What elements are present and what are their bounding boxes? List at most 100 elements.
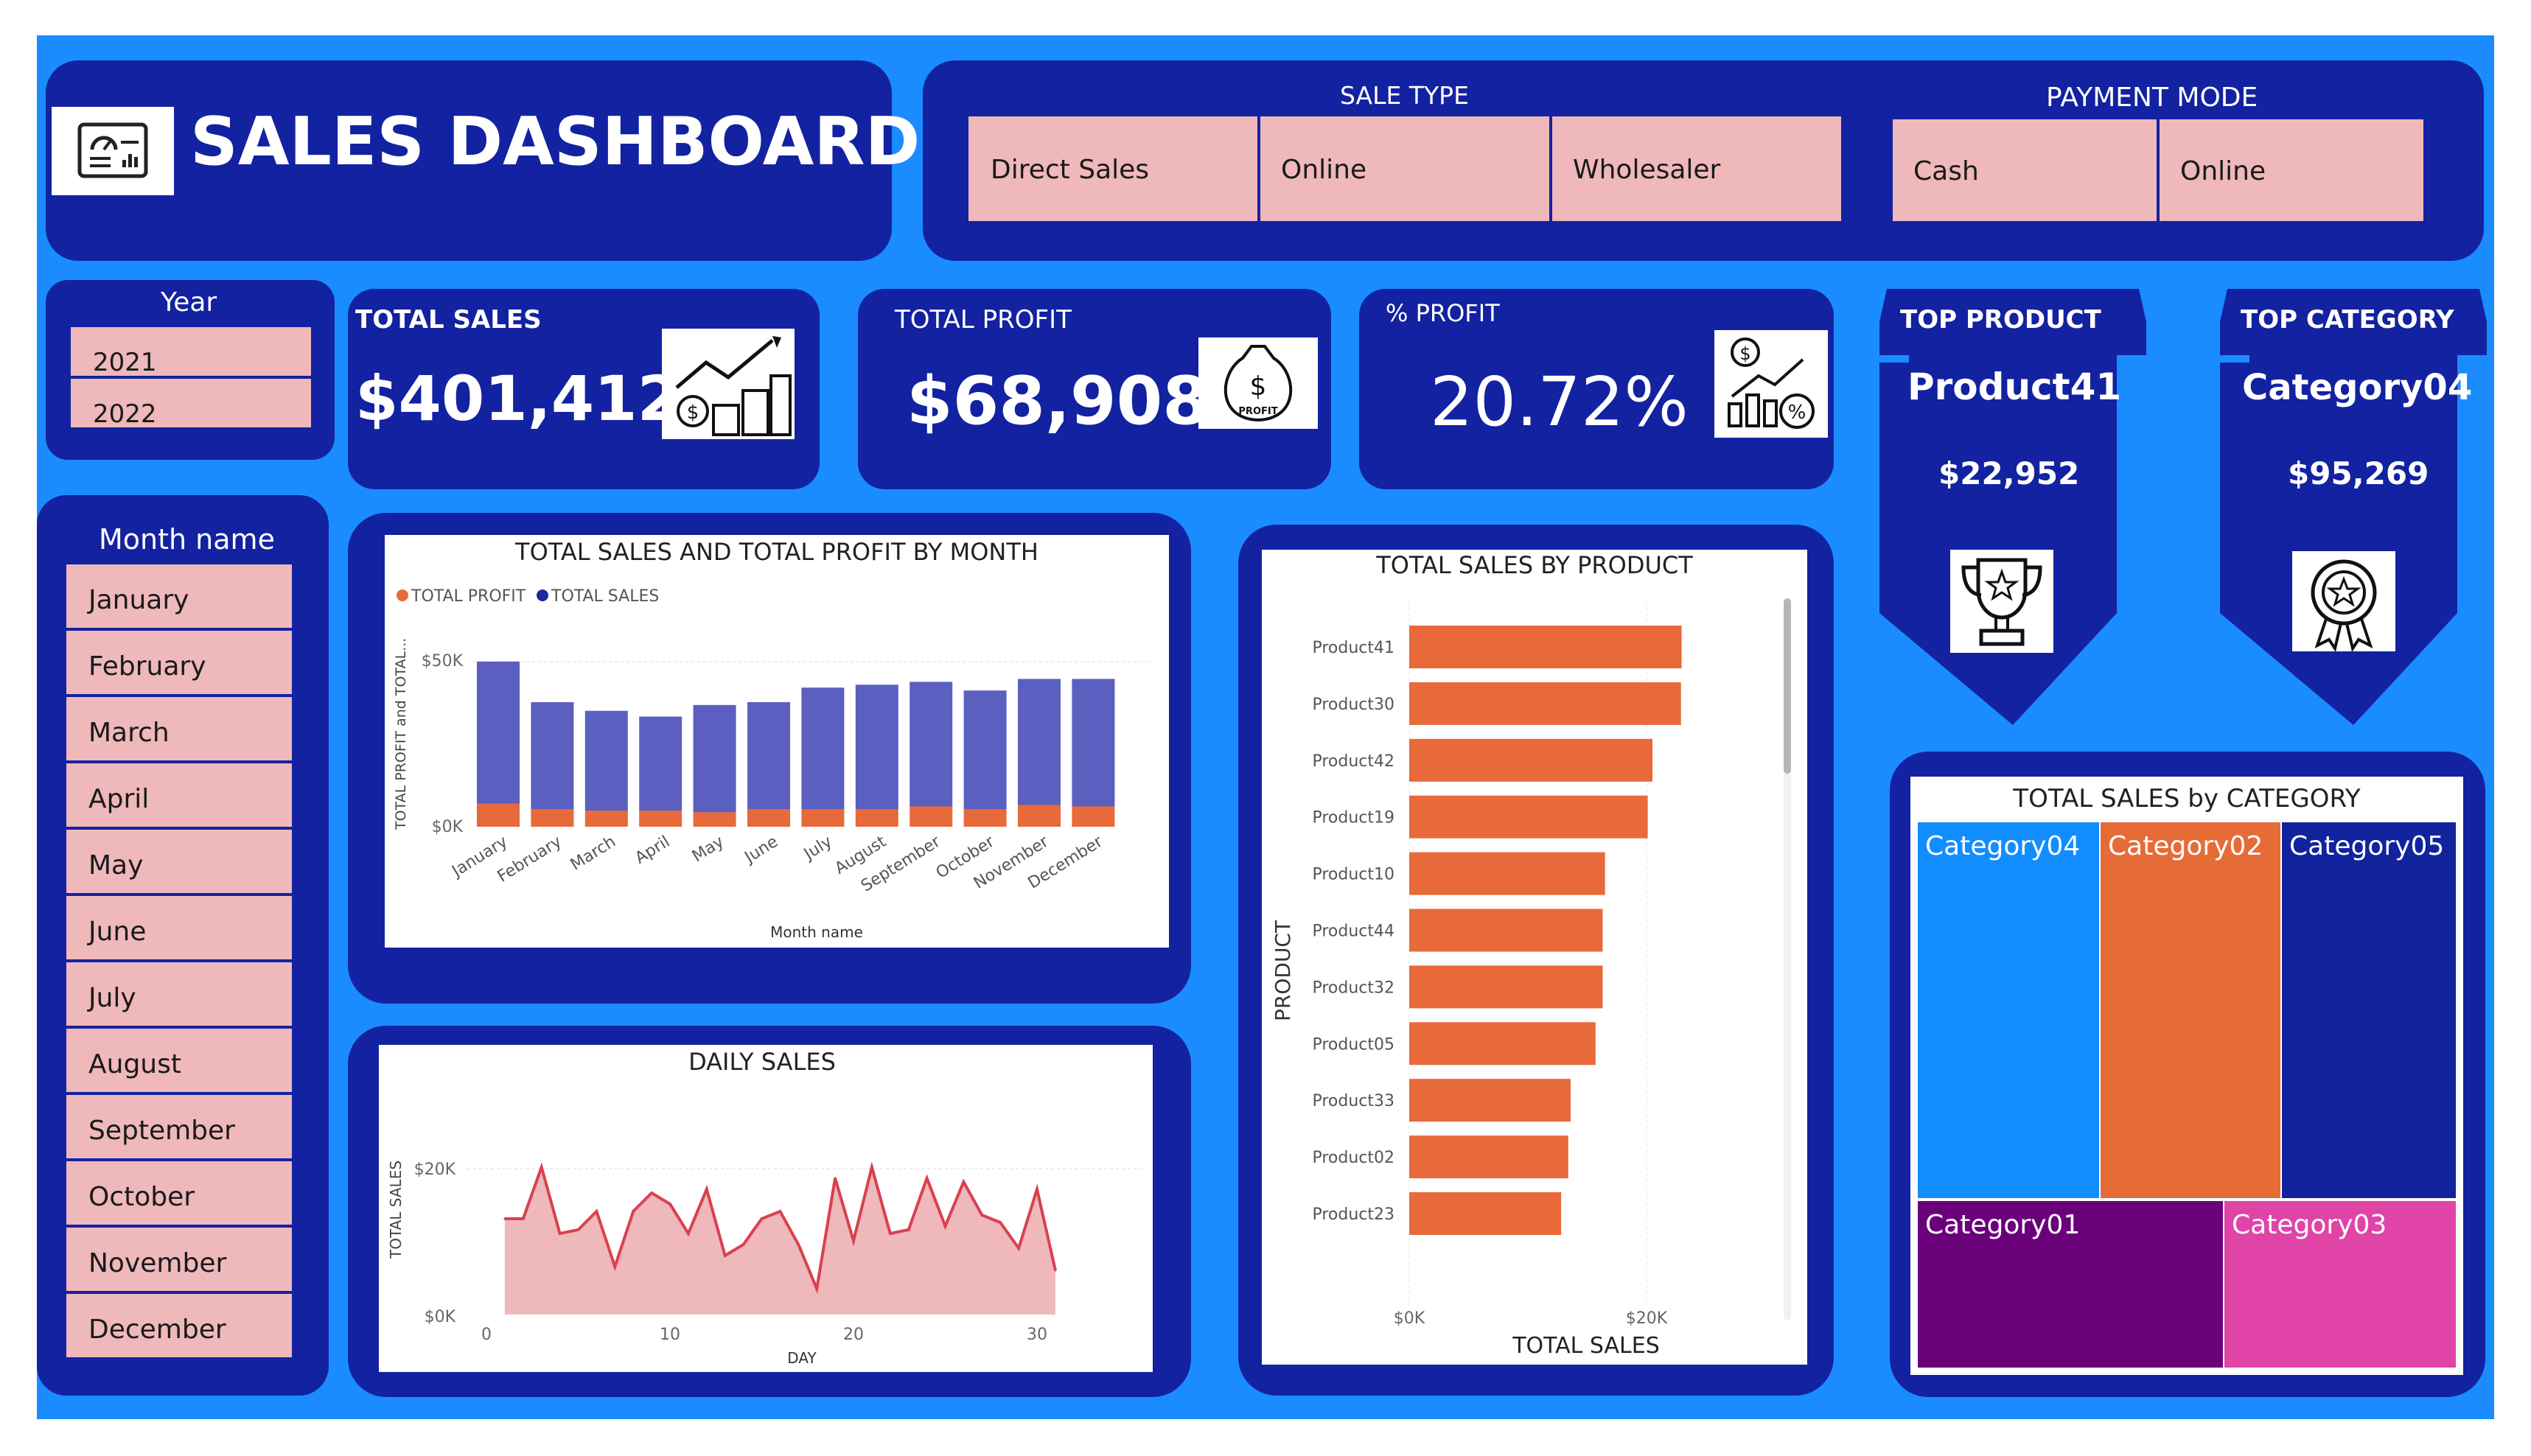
sales-bar[interactable]: [584, 710, 628, 811]
payment-mode-cash[interactable]: Cash: [1893, 119, 2157, 221]
product-x-axis-label: TOTAL SALES: [1512, 1333, 1660, 1359]
money-bag-icon: $ PROFIT: [1198, 337, 1318, 429]
treemap-category01[interactable]: Category01: [1918, 1201, 2223, 1368]
sale-type-wholesaler[interactable]: Wholesaler: [1552, 116, 1841, 221]
product-y-axis-label: PRODUCT: [1271, 920, 1295, 1021]
profit-bar[interactable]: [477, 803, 520, 827]
sales-bar[interactable]: [639, 716, 683, 811]
dashboard-canvas: SALES DASHBOARD SALE TYPE Direct Sales O…: [37, 35, 2494, 1419]
profit-bar[interactable]: [963, 809, 1007, 827]
month-filter-card: Month name January February March April May J…: [37, 495, 329, 1396]
treemap-category04[interactable]: Category04: [1918, 822, 2099, 1198]
month-option-june[interactable]: June: [66, 896, 292, 959]
month-option-july[interactable]: July: [66, 962, 292, 1026]
profit-bar[interactable]: [1072, 806, 1115, 827]
daily-x-tick: 10: [660, 1326, 680, 1344]
legend-profit-dot: [397, 589, 408, 601]
month-option-october[interactable]: October: [66, 1161, 292, 1225]
product-bar[interactable]: [1409, 795, 1648, 839]
sales-bar[interactable]: [801, 687, 845, 810]
year-option-2021[interactable]: 2021: [71, 327, 311, 377]
product-bar[interactable]: [1409, 1192, 1562, 1235]
product-bar[interactable]: [1409, 1022, 1596, 1065]
product-chart-scroll-thumb[interactable]: [1784, 598, 1791, 774]
product-bar[interactable]: [1409, 626, 1682, 668]
month-option-march[interactable]: March: [66, 697, 292, 760]
month-option-may[interactable]: May: [66, 830, 292, 893]
product-tick-label: Product10: [1312, 866, 1394, 884]
sales-bar[interactable]: [963, 690, 1007, 810]
profit-bar[interactable]: [910, 806, 953, 827]
product-bar[interactable]: [1409, 1079, 1571, 1122]
daily-point: [540, 1166, 543, 1169]
month-tick-label: June: [741, 833, 782, 868]
top-category-value: $95,269: [2288, 455, 2429, 491]
sales-bar[interactable]: [747, 701, 790, 810]
month-tick-label: April: [632, 833, 673, 868]
product-bar[interactable]: [1409, 852, 1605, 895]
total-profit-label: TOTAL PROFIT: [895, 305, 1072, 335]
month-option-january[interactable]: January: [66, 564, 292, 628]
sale-type-direct-sales[interactable]: Direct Sales: [968, 116, 1257, 221]
sales-bar[interactable]: [855, 685, 898, 810]
profit-bar[interactable]: [747, 809, 790, 827]
product-bar[interactable]: [1409, 965, 1603, 1009]
daily-point: [926, 1177, 929, 1180]
sale-type-label: SALE TYPE: [1340, 81, 1469, 110]
sales-bar[interactable]: [910, 682, 953, 807]
treemap-category03[interactable]: Category03: [2224, 1201, 2456, 1368]
daily-point: [522, 1217, 525, 1220]
daily-x-axis-label: DAY: [787, 1349, 817, 1367]
svg-text:$: $: [687, 402, 699, 424]
product-tick-label: Product32: [1312, 979, 1394, 997]
daily-chart-card: DAILY SALES TOTAL SALES $20K $0K DAY 0 10…: [348, 1026, 1191, 1397]
profit-bar[interactable]: [639, 811, 683, 827]
sales-bar[interactable]: [477, 661, 520, 804]
profit-bar[interactable]: [584, 811, 628, 827]
profit-bar[interactable]: [531, 809, 574, 827]
profit-bar[interactable]: [855, 809, 898, 827]
product-tick-0k: $0K: [1394, 1309, 1425, 1328]
sales-bar[interactable]: [1072, 679, 1115, 807]
profit-bar[interactable]: [693, 812, 736, 827]
treemap-category05[interactable]: Category05: [2282, 822, 2456, 1198]
svg-text:$: $: [1739, 343, 1750, 364]
year-option-2022[interactable]: 2022: [71, 379, 311, 429]
month-option-september[interactable]: September: [66, 1095, 292, 1158]
sales-bar[interactable]: [1018, 679, 1061, 805]
pct-profit-value: 20.72%: [1430, 363, 1689, 441]
daily-chart-title: DAILY SALES: [688, 1048, 836, 1076]
profit-bar[interactable]: [801, 809, 845, 827]
total-sales-label: TOTAL SALES: [355, 305, 542, 335]
month-option-april[interactable]: April: [66, 763, 292, 827]
daily-point: [797, 1243, 800, 1246]
daily-point: [595, 1210, 598, 1213]
daily-x-tick: 20: [843, 1326, 864, 1344]
page-title: SALES DASHBOARD: [190, 103, 921, 181]
daily-point: [632, 1210, 635, 1213]
product-bar[interactable]: [1409, 738, 1653, 782]
treemap-category02[interactable]: Category02: [2101, 822, 2280, 1198]
product-bar[interactable]: [1409, 682, 1681, 725]
filter-card: SALE TYPE Direct Sales Online Wholesaler…: [923, 60, 2484, 261]
month-option-august[interactable]: August: [66, 1029, 292, 1092]
monthly-y-axis-label: TOTAL PROFIT and TOTAL...: [393, 638, 409, 830]
top-product-value: $22,952: [1938, 455, 2080, 491]
sales-bar[interactable]: [693, 704, 736, 813]
payment-mode-online[interactable]: Online: [2160, 119, 2423, 221]
month-option-february[interactable]: February: [66, 631, 292, 694]
product-tick-label: Product33: [1312, 1092, 1394, 1110]
month-option-november[interactable]: November: [66, 1228, 292, 1291]
sales-bar[interactable]: [531, 701, 574, 810]
profit-bar[interactable]: [1018, 805, 1061, 827]
category-treemap: Category04 Category02 Category05 Category01…: [1918, 822, 2456, 1368]
top-product-ribbon: TOP PRODUCT Product41 $22,952: [1879, 289, 2146, 731]
sale-type-online[interactable]: Online: [1260, 116, 1549, 221]
pct-profit-label: % PROFIT: [1386, 299, 1500, 327]
monthly-chart-panel: TOTAL SALES AND TOTAL PROFIT BY MONTH TO…: [385, 535, 1169, 948]
month-option-december[interactable]: December: [66, 1294, 292, 1357]
daily-point: [668, 1203, 671, 1205]
product-bar[interactable]: [1409, 909, 1603, 952]
product-chart-panel: TOTAL SALES BY PRODUCT PRODUCT TOTAL SAL…: [1262, 550, 1807, 1365]
product-bar[interactable]: [1409, 1135, 1568, 1179]
